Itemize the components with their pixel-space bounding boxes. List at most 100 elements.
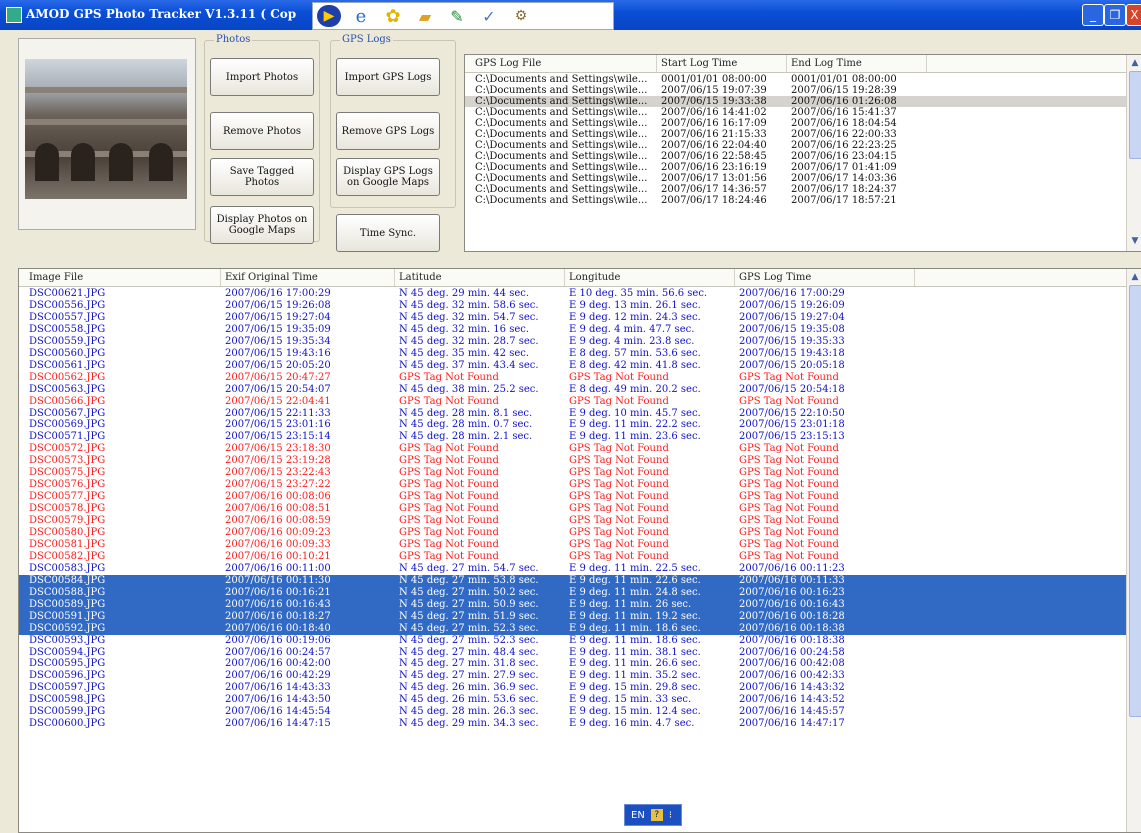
image-file-table[interactable]: Image File Exif Original Time Latitude L… [18,268,1141,833]
img-col-image-file[interactable]: Image File [25,269,221,286]
image-row[interactable]: DSC00569.JPG 2007/06/15 23:01:16 N 45 deg.… [19,419,1141,431]
remove-photos-button[interactable]: Remove Photos [210,112,314,150]
image-row[interactable]: DSC00566.JPG 2007/06/15 22:04:41 GPS Tag N… [19,396,1141,408]
gps-log-row[interactable]: C:\Documents and Settings\wile... 2007/06… [465,107,1141,118]
image-row[interactable]: DSC00593.JPG 2007/06/16 00:19:06 N 45 deg.… [19,635,1141,647]
image-row[interactable]: DSC00621.JPG 2007/06/16 17:00:29 N 45 deg.… [19,288,1141,300]
gps-log-time-cell: 2007/06/15 23:15:13 [739,431,845,443]
book-icon[interactable]: ▰ [413,5,437,27]
image-row[interactable]: DSC00577.JPG 2007/06/16 00:08:06 GPS Tag N… [19,491,1141,503]
gps-log-time-cell: GPS Tag Not Found [739,395,839,407]
image-row[interactable]: DSC00584.JPG 2007/06/16 00:11:30 N 45 deg.… [19,574,1141,587]
image-row[interactable]: DSC00575.JPG 2007/06/15 23:22:43 GPS Tag N… [19,467,1141,479]
time-sync-button[interactable]: Time Sync. [336,214,440,252]
gps-log-row[interactable]: C:\Documents and Settings\wile... 2007/06… [465,85,1141,96]
img-col-exif-time[interactable]: Exif Original Time [221,269,395,286]
image-row[interactable]: DSC00598.JPG 2007/06/16 14:43:50 N 45 deg.… [19,694,1141,706]
close-button[interactable]: X [1126,4,1141,26]
image-row[interactable]: DSC00594.JPG 2007/06/16 00:24:57 N 45 deg.… [19,647,1141,659]
gps-log-time-cell: 2007/06/16 00:18:28 [739,610,845,622]
longitude-cell: GPS Tag Not Found [569,479,669,491]
ie-icon[interactable]: e [349,5,373,27]
image-row[interactable]: DSC00578.JPG 2007/06/16 00:08:51 GPS Tag N… [19,503,1141,515]
image-row[interactable]: DSC00560.JPG 2007/06/15 19:43:16 N 45 deg.… [19,348,1141,360]
save-tagged-photos-button[interactable]: Save Tagged Photos [210,158,314,196]
image-row[interactable]: DSC00556.JPG 2007/06/15 19:26:08 N 45 deg.… [19,300,1141,312]
display-photos-on-maps-button[interactable]: Display Photos on Google Maps [210,206,314,244]
image-table-scrollbar[interactable]: ▲ [1126,269,1141,832]
pen-icon[interactable]: ✎ [445,5,469,27]
image-row[interactable]: DSC00597.JPG 2007/06/16 14:43:33 N 45 deg.… [19,682,1141,694]
image-row[interactable]: DSC00580.JPG 2007/06/16 00:09:23 GPS Tag N… [19,527,1141,539]
scroll-thumb[interactable] [1129,71,1141,159]
image-row[interactable]: DSC00562.JPG 2007/06/15 20:47:27 GPS Tag N… [19,372,1141,384]
gps-log-row[interactable]: C:\Documents and Settings\wile... 2007/06… [465,162,1141,173]
notepad-icon[interactable]: ✓ [477,5,501,27]
restore-button[interactable]: ❐ [1104,4,1126,26]
gps-log-row[interactable]: C:\Documents and Settings\wile... 2007/06… [465,151,1141,162]
gps-log-row[interactable]: C:\Documents and Settings\wile... 0001/01… [465,74,1141,85]
image-row[interactable]: DSC00583.JPG 2007/06/16 00:11:00 N 45 deg.… [19,563,1141,575]
scroll-down-arrow-icon[interactable]: ▼ [1127,233,1141,249]
image-row[interactable]: DSC00567.JPG 2007/06/15 22:11:33 N 45 deg.… [19,408,1141,420]
image-row[interactable]: DSC00588.JPG 2007/06/16 00:16:21 N 45 deg.… [19,586,1141,599]
media-player-icon[interactable]: ▶ [317,5,341,27]
gps-log-scrollbar[interactable]: ▲ ▼ [1126,55,1141,251]
image-row[interactable]: DSC00579.JPG 2007/06/16 00:08:59 GPS Tag N… [19,515,1141,527]
minimize-button[interactable]: _ [1082,4,1104,26]
image-row[interactable]: DSC00582.JPG 2007/06/16 00:10:21 GPS Tag N… [19,551,1141,563]
yellow-flower-icon[interactable]: ✿ [381,5,405,27]
gps-col-end-time[interactable]: End Log Time [787,55,927,72]
import-gps-logs-button[interactable]: Import GPS Logs [336,58,440,96]
gps-log-row[interactable]: C:\Documents and Settings\wile... 2007/06… [465,184,1141,195]
img-col-latitude[interactable]: Latitude [395,269,565,286]
scroll-up-arrow-icon[interactable]: ▲ [1127,269,1141,285]
options-icon[interactable]: ⁝ [669,810,672,821]
remove-gps-logs-button[interactable]: Remove GPS Logs [336,112,440,150]
exif-time-cell: 2007/06/15 23:27:22 [225,479,331,491]
gps-log-row[interactable]: C:\Documents and Settings\wile... 2007/06… [465,118,1141,129]
language-bar[interactable]: EN ? ⁝ [624,804,682,826]
gps-log-row[interactable]: C:\Documents and Settings\wile... 2007/06… [465,195,1141,206]
display-gps-logs-on-maps-button[interactable]: Display GPS Logs on Google Maps [336,158,440,196]
exif-time-cell: 2007/06/16 00:08:51 [225,503,331,515]
gps-log-row[interactable]: C:\Documents and Settings\wile... 2007/06… [465,173,1141,184]
exif-time-cell: 2007/06/16 00:10:21 [225,550,331,562]
gps-log-time-cell: 2007/06/15 19:35:33 [739,335,845,347]
gps-col-log-file[interactable]: GPS Log File [471,55,657,72]
image-row[interactable]: DSC00592.JPG 2007/06/16 00:18:40 N 45 deg.… [19,622,1141,635]
language-indicator[interactable]: EN [631,810,645,821]
gps-start-time-cell: 2007/06/16 22:58:45 [661,151,767,162]
image-row[interactable]: DSC00595.JPG 2007/06/16 00:42:00 N 45 deg.… [19,658,1141,670]
gps-log-row[interactable]: C:\Documents and Settings\wile... 2007/06… [465,129,1141,140]
image-row[interactable]: DSC00591.JPG 2007/06/16 00:18:27 N 45 deg.… [19,610,1141,623]
exif-time-cell: 2007/06/15 19:26:08 [225,299,331,311]
img-col-longitude[interactable]: Longitude [565,269,735,286]
gps-log-table[interactable]: GPS Log File Start Log Time End Log Time… [464,54,1141,252]
gps-col-start-time[interactable]: Start Log Time [657,55,787,72]
image-row[interactable]: DSC00600.JPG 2007/06/16 14:47:15 N 45 deg.… [19,718,1141,730]
img-col-gps-log-time[interactable]: GPS Log Time [735,269,915,286]
gps-log-row[interactable]: C:\Documents and Settings\wile... 2007/06… [465,96,1141,107]
import-photos-button[interactable]: Import Photos [210,58,314,96]
gps-log-time-cell: 2007/06/16 00:18:38 [739,622,845,634]
scroll-thumb[interactable] [1129,285,1141,717]
image-row[interactable]: DSC00599.JPG 2007/06/16 14:45:54 N 45 deg.… [19,706,1141,718]
image-row[interactable]: DSC00596.JPG 2007/06/16 00:42:29 N 45 deg.… [19,670,1141,682]
image-row[interactable]: DSC00561.JPG 2007/06/15 20:05:20 N 45 deg.… [19,360,1141,372]
image-row[interactable]: DSC00558.JPG 2007/06/15 19:35:09 N 45 deg.… [19,324,1141,336]
help-icon[interactable]: ? [650,809,663,821]
image-row[interactable]: DSC00559.JPG 2007/06/15 19:35:34 N 45 deg.… [19,336,1141,348]
image-row[interactable]: DSC00557.JPG 2007/06/15 19:27:04 N 45 deg.… [19,312,1141,324]
tools-icon[interactable]: ⚙ [509,5,533,27]
image-row[interactable]: DSC00573.JPG 2007/06/15 23:19:28 GPS Tag N… [19,455,1141,467]
image-row[interactable]: DSC00589.JPG 2007/06/16 00:16:43 N 45 deg.… [19,598,1141,611]
image-row[interactable]: DSC00571.JPG 2007/06/15 23:15:14 N 45 deg.… [19,431,1141,443]
image-row[interactable]: DSC00572.JPG 2007/06/15 23:18:30 GPS Tag N… [19,443,1141,455]
gps-log-row[interactable]: C:\Documents and Settings\wile... 2007/06… [465,140,1141,151]
image-row[interactable]: DSC00563.JPG 2007/06/15 20:54:07 N 45 deg.… [19,384,1141,396]
image-row[interactable]: DSC00576.JPG 2007/06/15 23:27:22 GPS Tag N… [19,479,1141,491]
image-row[interactable]: DSC00581.JPG 2007/06/16 00:09:33 GPS Tag N… [19,539,1141,551]
longitude-cell: GPS Tag Not Found [569,467,669,479]
scroll-up-arrow-icon[interactable]: ▲ [1127,55,1141,71]
